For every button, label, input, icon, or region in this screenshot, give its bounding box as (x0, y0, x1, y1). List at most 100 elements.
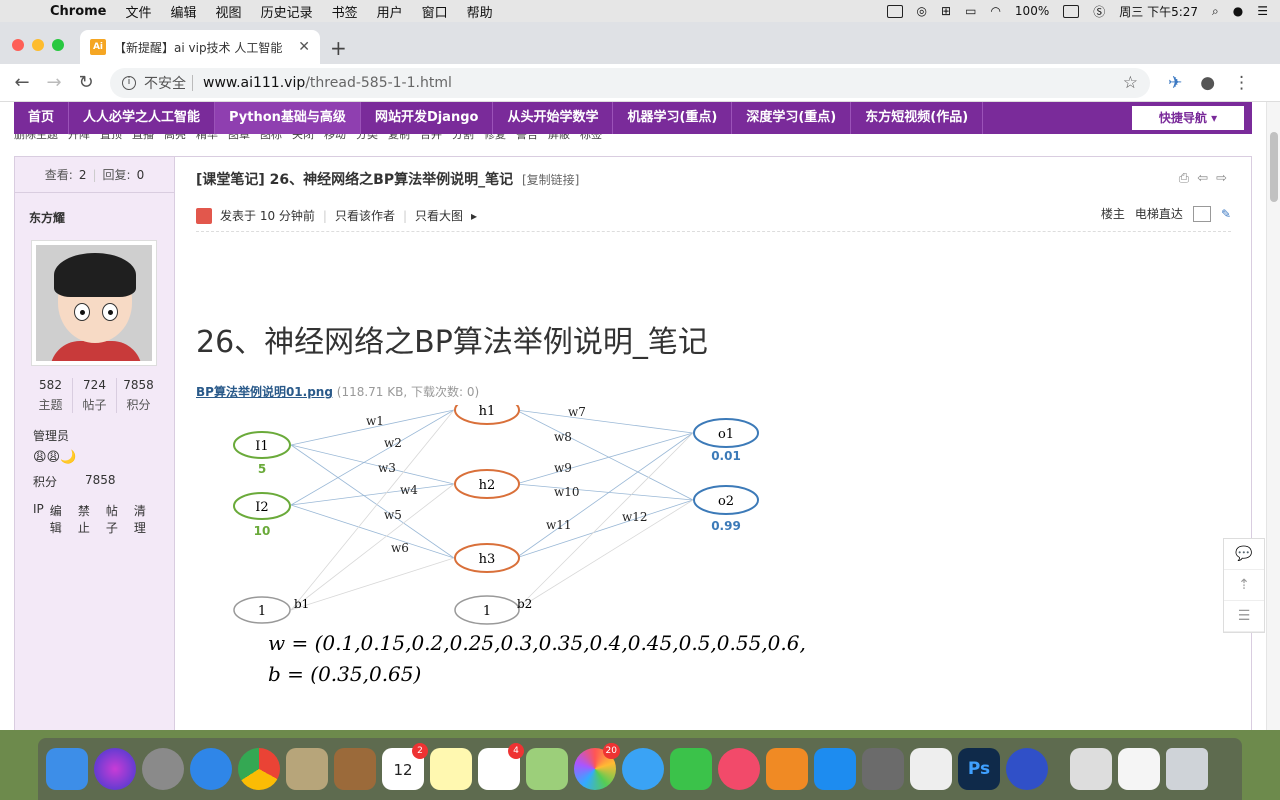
browser-tab[interactable]: Ai 【新提醒】ai vip技术 人工智能 ✕ (80, 30, 320, 64)
bookmark-star-icon[interactable]: ☆ (1123, 73, 1138, 93)
attachment-link[interactable]: BP算法举例说明01.png (196, 385, 333, 399)
nav-ml[interactable]: 机器学习(重点) (613, 102, 733, 134)
admin-clean-link[interactable]: 清理 (134, 502, 156, 536)
books-icon[interactable] (766, 748, 808, 790)
menu-file[interactable]: 文件 (126, 2, 152, 21)
copy-link[interactable]: [复制链接] (522, 173, 579, 187)
notification-center-icon[interactable]: ☰ (1257, 4, 1268, 18)
spotlight-icon[interactable]: ⌕ (1212, 4, 1219, 19)
new-tab-button[interactable]: + (330, 36, 347, 60)
menu-window[interactable]: 窗口 (422, 2, 448, 21)
photoshop-icon[interactable]: Ps (958, 748, 1000, 790)
chrome-icon[interactable] (238, 748, 280, 790)
big-image-link[interactable]: 只看大图 (415, 207, 463, 224)
nav-python[interactable]: Python基础与高级 (215, 102, 361, 134)
wifi-icon[interactable]: ◠ (990, 4, 1000, 18)
menu-edit[interactable]: 编辑 (171, 2, 197, 21)
prev-thread-icon[interactable]: ⇦ (1197, 171, 1208, 186)
quick-nav-button[interactable]: 快捷导航 ▾ (1132, 106, 1244, 130)
maps-icon[interactable] (526, 748, 568, 790)
text-edit-icon[interactable] (910, 748, 952, 790)
launchpad-icon[interactable] (142, 748, 184, 790)
input-method-icon[interactable]: ⊞ (941, 4, 951, 18)
admin-ban-link[interactable]: 禁止 (78, 502, 100, 536)
battery-percent[interactable]: 100% (1015, 4, 1049, 18)
app-menu[interactable]: Chrome (50, 4, 107, 19)
battery-icon[interactable] (1063, 4, 1080, 18)
app-store-icon[interactable] (814, 748, 856, 790)
trash-icon[interactable] (1166, 748, 1208, 790)
admin-ip-link[interactable]: IP (33, 502, 44, 536)
reminders-icon[interactable]: 4 (478, 743, 524, 790)
nav-ai[interactable]: 人人必学之人工智能 (69, 102, 216, 134)
nav-django[interactable]: 网站开发Django (361, 102, 494, 134)
siri-icon[interactable]: ● (1233, 4, 1243, 18)
tab-close-icon[interactable]: ✕ (298, 39, 310, 55)
messages-icon[interactable] (622, 748, 664, 790)
profile-icon[interactable]: ● (1200, 73, 1215, 93)
menu-people[interactable]: 用户 (377, 2, 403, 21)
screen-recorder-icon[interactable] (1006, 748, 1048, 790)
calendar-icon[interactable]: 12 2 (382, 743, 428, 790)
address-bar[interactable]: i 不安全 www.ai111.vip/thread-585-1-1.html … (110, 67, 1150, 98)
count-posts[interactable]: 724 帖子 (73, 378, 117, 413)
post-content: [课堂笔记] 26、神经网络之BP算法举例说明_笔记 [复制链接] ⎙ ⇦ ⇨ … (176, 157, 1251, 730)
elevator-input[interactable] (1192, 205, 1211, 222)
list-icon[interactable]: ☰ (1224, 601, 1264, 632)
screen-record-icon[interactable] (886, 4, 903, 18)
menu-bookmarks[interactable]: 书签 (332, 2, 358, 21)
zoom-window-button[interactable] (52, 39, 64, 51)
admin-edit-link[interactable]: 编辑 (50, 502, 72, 536)
contacts-icon[interactable] (334, 748, 376, 790)
reload-button[interactable]: ↻ (70, 72, 102, 93)
scrollbar-thumb[interactable] (1270, 132, 1278, 202)
music-icon[interactable] (718, 748, 760, 790)
finder-icon[interactable] (46, 748, 88, 790)
avatar-image (36, 245, 152, 361)
page-scrollbar[interactable] (1266, 102, 1280, 730)
next-thread-icon[interactable]: ⇨ (1216, 171, 1227, 186)
admin-posts-link[interactable]: 帖子 (106, 502, 128, 536)
sync-icon[interactable]: ◎ (917, 4, 927, 18)
elevator-go-icon[interactable]: ✎ (1221, 207, 1231, 221)
author-name[interactable]: 东方耀 (15, 193, 174, 226)
menu-view[interactable]: 视图 (216, 2, 242, 21)
weight-w11: w11 (546, 518, 572, 532)
photos-icon[interactable]: 20 (574, 743, 620, 790)
siri-icon[interactable] (94, 748, 136, 790)
comment-icon[interactable]: 💬 (1224, 539, 1264, 570)
weight-w6: w6 (391, 541, 409, 555)
app-s-icon[interactable]: Ⓢ (1093, 3, 1105, 20)
extension-bird-icon[interactable]: ✈ (1168, 73, 1182, 93)
menu-history[interactable]: 历史记录 (261, 2, 313, 21)
downloads-stack-icon[interactable] (1070, 748, 1112, 790)
nav-math[interactable]: 从头开始学数学 (493, 102, 614, 134)
avatar[interactable] (31, 240, 157, 366)
count-topics[interactable]: 582 主题 (29, 378, 73, 413)
site-info-icon[interactable]: i (122, 75, 136, 90)
document-stack-icon[interactable] (1118, 748, 1160, 790)
author-only-link[interactable]: 只看该作者 (335, 207, 395, 224)
back-button[interactable]: ← (6, 72, 38, 93)
system-preferences-icon[interactable] (862, 748, 904, 790)
back-to-top-icon[interactable]: ⇡ (1224, 570, 1264, 601)
clock[interactable]: 周三 下午5:27 (1119, 3, 1198, 20)
notes-icon[interactable] (430, 748, 472, 790)
count-credits[interactable]: 7858 积分 (117, 378, 160, 413)
close-window-button[interactable] (12, 39, 24, 51)
minimize-window-button[interactable] (32, 39, 44, 51)
menu-help[interactable]: 帮助 (467, 2, 493, 21)
mail-icon[interactable] (286, 748, 328, 790)
facetime-icon[interactable] (670, 748, 712, 790)
print-icon[interactable]: ⎙ (1179, 171, 1189, 186)
nav-home[interactable]: 首页 (14, 102, 70, 134)
nav-dl[interactable]: 深度学习(重点) (732, 102, 852, 134)
forward-button[interactable]: → (38, 72, 70, 93)
chrome-menu-icon[interactable]: ⋮ (1233, 73, 1250, 93)
replies-count: 0 (136, 167, 145, 182)
author-counts: 582 主题 724 帖子 7858 积分 (15, 378, 174, 413)
user-role[interactable]: 管理员 (15, 413, 174, 444)
airplay-icon[interactable]: ▭ (965, 4, 976, 18)
nav-video[interactable]: 东方短视频(作品) (851, 102, 984, 134)
safari-icon[interactable] (190, 748, 232, 790)
